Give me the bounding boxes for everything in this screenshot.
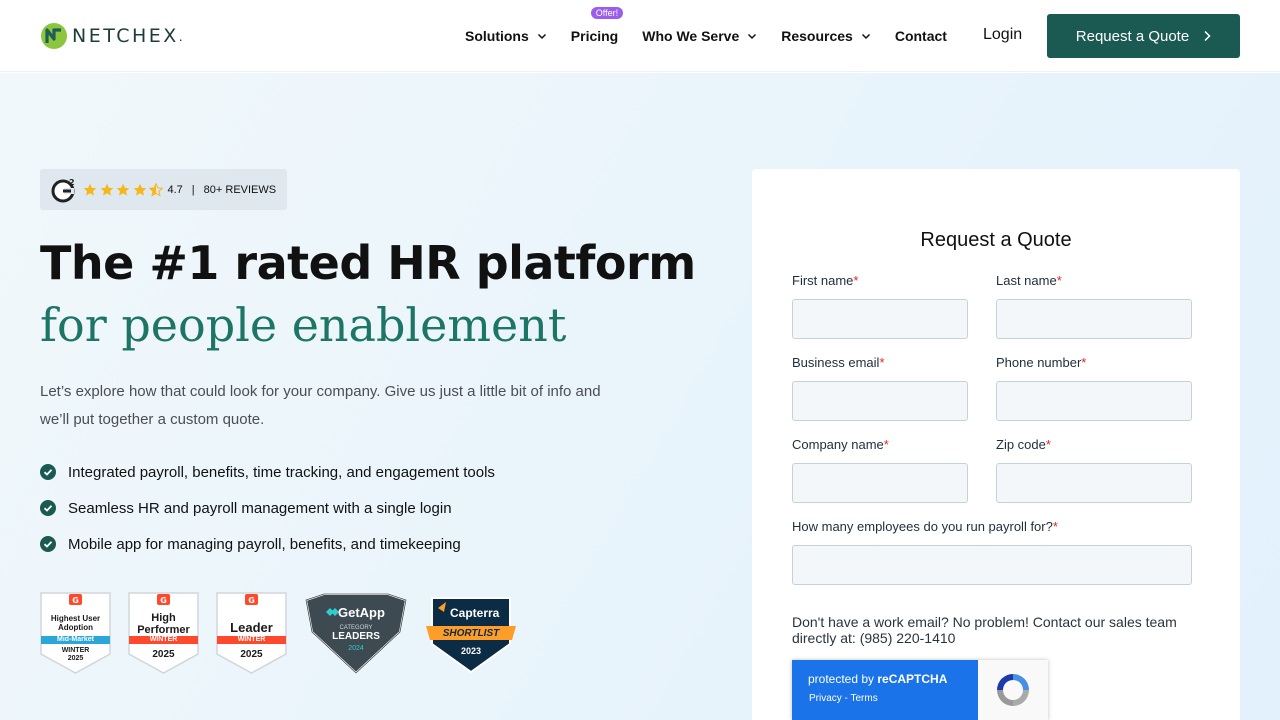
g2-rating-bar: 2 4.7 | 80+ REVIEWS <box>40 169 287 210</box>
recaptcha-icon <box>997 674 1029 706</box>
chevron-right-icon <box>1204 30 1211 42</box>
site-header: NETCHEX. Solutions Offer! Pricing Who We… <box>0 0 1280 72</box>
check-circle-icon <box>40 500 56 516</box>
nav-solutions[interactable]: Solutions <box>465 28 547 44</box>
review-count: 80+ REVIEWS <box>203 183 277 196</box>
company-name-input[interactable] <box>792 463 968 503</box>
offer-badge: Offer! <box>590 7 624 19</box>
star-icon <box>133 183 146 196</box>
list-item: Mobile app for managing payroll, benefit… <box>40 526 495 562</box>
chevron-down-icon <box>537 33 546 40</box>
check-circle-icon <box>40 536 56 552</box>
business-email-input[interactable] <box>792 381 968 421</box>
g2-logo-icon: 2 <box>51 178 75 202</box>
check-circle-icon <box>40 464 56 480</box>
last-name-field: Last name* <box>996 273 1192 339</box>
logo-wordmark: NETCHEX <box>72 25 179 47</box>
zip-code-field: Zip code* <box>996 437 1192 503</box>
getapp-category-leaders-badge: GetApp CATEGORY LEADERS 2024 <box>304 592 408 674</box>
star-icon <box>83 183 97 196</box>
hero-headline: The #1 rated HR platform for people enab… <box>40 236 696 352</box>
main-nav: Solutions Offer! Pricing Who We Serve Re… <box>465 0 971 72</box>
svg-text:G: G <box>248 596 255 605</box>
employee-count-field: How many employees do you run payroll fo… <box>792 519 1192 585</box>
employee-count-input[interactable] <box>792 545 1192 585</box>
form-title: Request a Quote <box>920 229 1072 251</box>
nav-pricing[interactable]: Offer! Pricing <box>571 7 624 44</box>
star-icon <box>100 183 113 196</box>
capterra-shortlist-badge: Capterra SHORTLIST 2023 <box>424 592 518 674</box>
first-name-input[interactable] <box>792 299 968 339</box>
hero-subtext: Let’s explore how that could look for yo… <box>40 383 601 428</box>
star-icon <box>116 183 130 196</box>
phone-number-field: Phone number* <box>996 355 1192 421</box>
rating-value: 4.7 <box>167 183 183 196</box>
g2-badge-highest-user-adoption: G Highest User Adoption Mid-Market WINTE… <box>40 592 111 674</box>
login-link[interactable]: Login <box>983 26 1022 44</box>
list-item: Seamless HR and payroll management with … <box>40 490 495 526</box>
recaptcha-logo <box>978 660 1048 720</box>
quote-form-card: Request a Quote First name* Last name* B… <box>752 169 1240 720</box>
svg-text:2: 2 <box>69 178 75 187</box>
zip-code-input[interactable] <box>996 463 1192 503</box>
svg-text:G: G <box>72 596 79 605</box>
recaptcha-links[interactable]: Privacy - Terms <box>809 693 878 704</box>
g2-badge-high-performer: G High Performer WINTER 2025 <box>128 592 199 674</box>
netchex-logo[interactable]: NETCHEX. <box>40 22 183 50</box>
netchex-logo-icon <box>41 23 67 49</box>
recaptcha-widget[interactable]: protected by reCAPTCHA Privacy - Terms <box>792 660 1048 720</box>
svg-text:G: G <box>160 596 167 605</box>
work-email-note: Don't have a work email? No problem! Con… <box>792 614 1177 646</box>
g2-badge-leader: G Leader WINTER 2025 <box>216 592 287 674</box>
nav-contact[interactable]: Contact <box>895 28 947 44</box>
nav-who-we-serve[interactable]: Who We Serve <box>642 28 757 44</box>
company-name-field: Company name* <box>792 437 968 503</box>
phone-number-input[interactable] <box>996 381 1192 421</box>
award-badges: G Highest User Adoption Mid-Market WINTE… <box>40 592 535 674</box>
star-rating <box>83 182 166 197</box>
feature-list: Integrated payroll, benefits, time track… <box>40 454 495 562</box>
chevron-down-icon <box>748 33 757 40</box>
first-name-field: First name* <box>792 273 968 339</box>
business-email-field: Business email* <box>792 355 968 421</box>
request-quote-button[interactable]: Request a Quote <box>1047 14 1240 58</box>
chevron-down-icon <box>861 33 870 40</box>
list-item: Integrated payroll, benefits, time track… <box>40 454 495 490</box>
half-star-icon <box>149 182 163 197</box>
nav-resources[interactable]: Resources <box>781 28 871 44</box>
last-name-input[interactable] <box>996 299 1192 339</box>
